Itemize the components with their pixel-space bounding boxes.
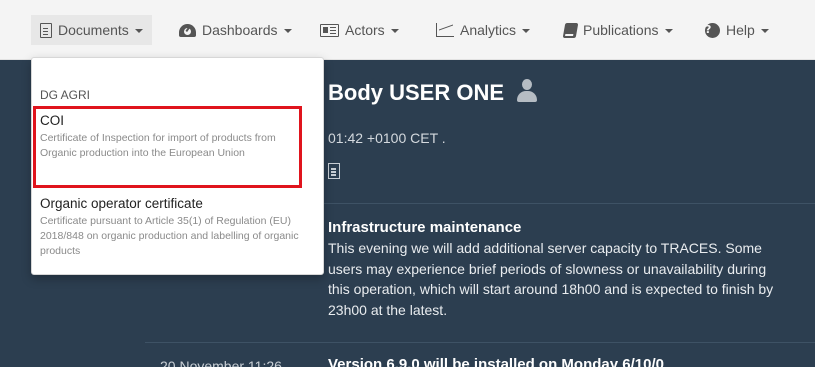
menu-item-title: Organic operator certificate <box>40 196 203 211</box>
nav-dashboards-label: Dashboards <box>202 22 278 38</box>
nav-documents[interactable]: Documents <box>31 15 152 45</box>
menu-item-description: Certificate pursuant to Article 35(1) of… <box>40 215 299 257</box>
documents-dropdown-menu: DG AGRI COI Certificate of Inspection fo… <box>31 57 324 275</box>
nav-actors-label: Actors <box>345 22 385 38</box>
caret-down-icon <box>390 29 399 33</box>
user-icon <box>516 79 538 103</box>
nav-publications-label: Publications <box>583 22 659 38</box>
caret-down-icon <box>760 29 769 33</box>
divider <box>145 342 815 343</box>
nav-analytics-label: Analytics <box>460 22 517 38</box>
news-body: This evening we will add additional serv… <box>328 240 774 318</box>
nav-analytics[interactable]: Analytics <box>427 15 539 45</box>
nav-documents-label: Documents <box>58 22 129 38</box>
caret-down-icon <box>522 29 531 33</box>
id-card-icon <box>320 23 339 37</box>
nav-dashboards[interactable]: Dashboards <box>170 15 301 45</box>
document-icon <box>40 22 52 38</box>
question-circle-icon: ? <box>705 22 720 38</box>
menu-item-organic-operator-certificate[interactable]: Organic operator certificate Certificate… <box>40 196 305 259</box>
highlight-box <box>33 106 302 188</box>
nav-help-label: Help <box>726 22 755 38</box>
dropdown-header: DG AGRI <box>40 88 91 102</box>
nav-publications[interactable]: Publications <box>555 15 682 45</box>
news-title[interactable]: Version 6.9.0 will be installed on Monda… <box>328 356 664 367</box>
caret-down-icon <box>283 29 292 33</box>
document-icon[interactable] <box>328 163 340 179</box>
news-date: 20 November 11:26 <box>160 358 282 367</box>
page-title: Body USER ONE <box>328 80 505 105</box>
top-navbar: Documents Dashboards Actors Analytics Pu… <box>0 0 815 60</box>
news-title: Infrastructure maintenance <box>328 219 522 236</box>
last-login-time: 01:42 +0100 CET . <box>328 130 446 146</box>
caret-down-icon <box>134 29 143 33</box>
dashboard-icon <box>179 23 196 37</box>
line-chart-icon <box>436 23 454 37</box>
nav-help[interactable]: ? Help <box>696 15 778 45</box>
caret-down-icon <box>664 29 673 33</box>
book-icon <box>562 22 579 38</box>
nav-actors[interactable]: Actors <box>311 15 408 45</box>
